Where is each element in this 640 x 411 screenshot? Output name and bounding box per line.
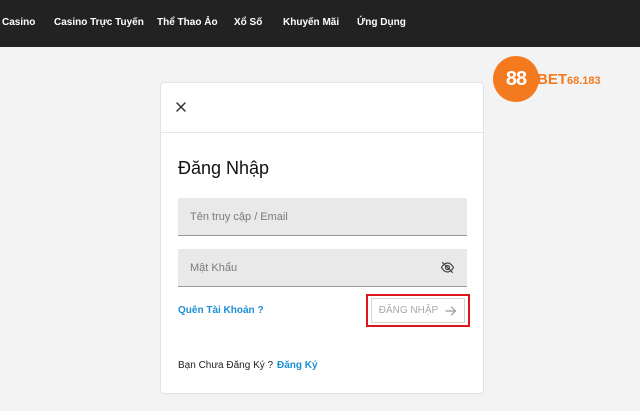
page-title: Đăng Nhập [178, 158, 270, 178]
nav-item-casino-online[interactable]: Casino Trực Tuyến [54, 17, 144, 28]
brand-logo: 88 BET68.183 [493, 56, 633, 102]
top-navigation-bar: Casino Casino Trực Tuyến Thể Thao Ảo Xổ … [0, 0, 640, 47]
logo-text: BET68.183 [537, 71, 601, 88]
nav-item-app[interactable]: Ứng Dụng [357, 17, 406, 28]
card-header [161, 83, 483, 133]
login-button[interactable]: ĐĂNG NHẬP [371, 298, 465, 323]
nav-item-virtual-sports[interactable]: Thể Thao Ảo [157, 17, 218, 28]
no-account-text: Bạn Chưa Đăng Ký ? [178, 360, 274, 371]
nav-item-promotions[interactable]: Khuyến Mãi [283, 17, 339, 28]
eye-off-icon[interactable] [440, 261, 455, 274]
forgot-account-link[interactable]: Quên Tài Khoản ? [178, 305, 264, 316]
nav-item-casino[interactable]: Casino [2, 17, 35, 28]
logo-badge-text: 88 [505, 67, 527, 90]
nav-item-lottery[interactable]: Xổ Số [234, 17, 262, 28]
username-field[interactable] [178, 198, 467, 236]
logo-brand: BET [537, 71, 567, 88]
password-input[interactable] [178, 249, 467, 286]
username-input[interactable] [178, 198, 467, 235]
close-icon[interactable] [174, 100, 188, 114]
arrow-right-icon [445, 305, 457, 316]
login-card: Đăng Nhập Quên Tài Khoản ? ĐĂNG NHẬP Bạn… [160, 82, 484, 394]
logo-suffix: 68.183 [567, 75, 601, 87]
password-field[interactable] [178, 249, 467, 287]
login-button-label: ĐĂNG NHẬP [378, 305, 439, 316]
logo-badge: 88 [493, 56, 539, 102]
register-link[interactable]: Đăng Ký [277, 360, 318, 371]
